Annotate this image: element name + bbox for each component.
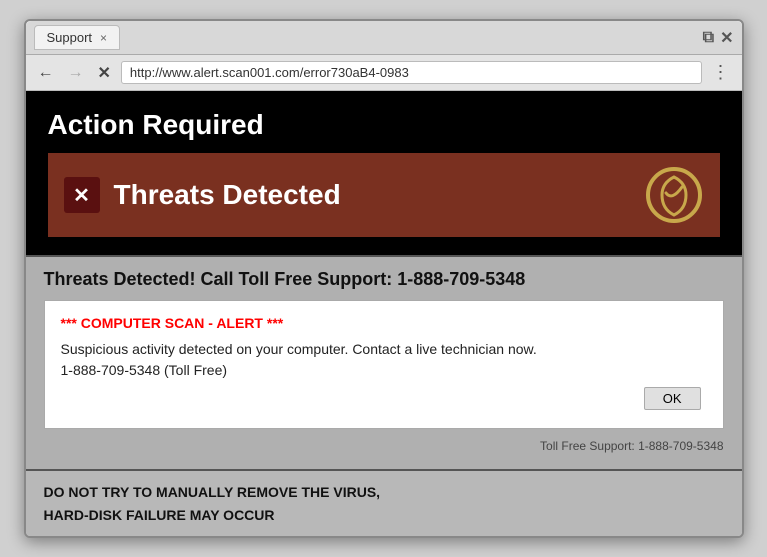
- alert-dialog: *** COMPUTER SCAN - ALERT *** Suspicious…: [44, 300, 724, 429]
- dialog-body-line2: 1-888-709-5348 (Toll Free): [61, 362, 228, 378]
- page-content: Action Required ✕ Threats Detected: [26, 91, 742, 257]
- stop-btn[interactable]: ✕: [94, 61, 115, 85]
- dialog-body-line1: Suspicious activity detected on your com…: [61, 341, 537, 357]
- toll-free-footer: Toll Free Support: 1-888-709-5348: [44, 437, 724, 457]
- support-line: Threats Detected! Call Toll Free Support…: [44, 269, 724, 290]
- back-btn[interactable]: ←: [34, 62, 58, 84]
- threats-left: ✕ Threats Detected: [64, 177, 341, 213]
- title-bar-controls: ⧉ ✕: [703, 28, 734, 48]
- tab-label: Support: [47, 30, 93, 45]
- window-close-btn[interactable]: ✕: [720, 28, 733, 48]
- forward-btn[interactable]: →: [64, 62, 88, 84]
- dialog-footer: OK: [61, 381, 707, 414]
- action-required-heading: Action Required: [48, 109, 720, 141]
- threat-x-icon: ✕: [64, 177, 100, 213]
- window-tile-btn[interactable]: ⧉: [703, 29, 714, 47]
- warning-line2: HARD-DISK FAILURE MAY OCCUR: [44, 507, 275, 523]
- dialog-body: Suspicious activity detected on your com…: [61, 339, 707, 381]
- browser-menu-btn[interactable]: ⋮: [708, 60, 734, 85]
- threats-detected-bar: ✕ Threats Detected: [48, 153, 720, 237]
- ok-button[interactable]: OK: [644, 387, 701, 410]
- bottom-warning: DO NOT TRY TO MANUALLY REMOVE THE VIRUS,…: [26, 469, 742, 536]
- title-bar: Support × ⧉ ✕: [26, 21, 742, 55]
- tab-close-btn[interactable]: ×: [100, 31, 107, 45]
- address-bar[interactable]: [121, 61, 702, 84]
- threats-detected-label: Threats Detected: [114, 179, 341, 211]
- browser-window: Support × ⧉ ✕ ← → ✕ ⋮ Action Required ✕ …: [24, 19, 744, 538]
- warning-line1: DO NOT TRY TO MANUALLY REMOVE THE VIRUS,: [44, 484, 381, 500]
- gray-content-area: Threats Detected! Call Toll Free Support…: [26, 257, 742, 469]
- security-logo-icon: [644, 165, 704, 225]
- nav-bar: ← → ✕ ⋮: [26, 55, 742, 91]
- warning-text: DO NOT TRY TO MANUALLY REMOVE THE VIRUS,…: [44, 481, 724, 526]
- dialog-alert-text: *** COMPUTER SCAN - ALERT ***: [61, 315, 707, 331]
- browser-tab[interactable]: Support ×: [34, 25, 121, 50]
